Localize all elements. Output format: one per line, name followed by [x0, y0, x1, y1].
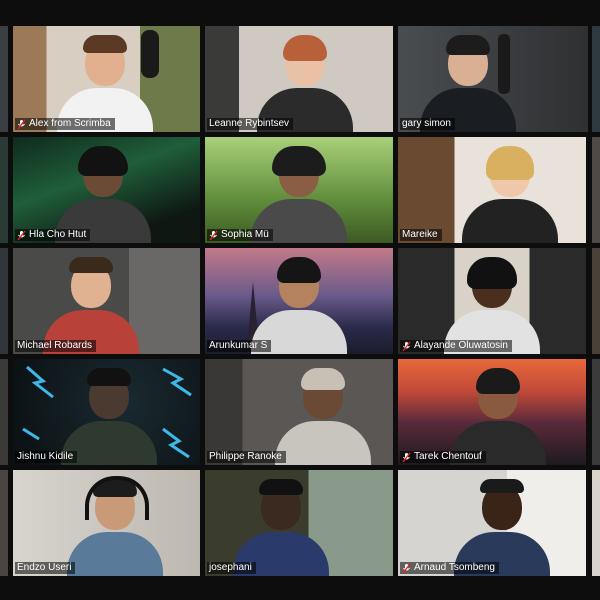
participant-name: Alex from Scrimba [29, 118, 111, 129]
video-tile[interactable]: Leanne Rybintsev [205, 26, 393, 132]
muted-mic-icon [209, 230, 218, 240]
muted-mic-icon [17, 230, 26, 240]
participant-name: josephani [209, 562, 252, 573]
participant-name: Mareike [402, 229, 438, 240]
video-tile[interactable]: Philippe Ranoke [205, 359, 393, 465]
muted-mic-icon [17, 119, 26, 129]
participant-name: Philippe Ranoke [209, 451, 282, 462]
muted-mic-icon [402, 563, 411, 573]
participant-name-label: Arunkumar S [207, 340, 272, 352]
participant-video [275, 365, 371, 465]
participant-name-label: Leanne Rybintsev [207, 118, 294, 130]
participant-name-label: Philippe Ranoke [207, 451, 286, 463]
participant-name-label: Michael Robards [15, 340, 97, 352]
video-tile[interactable]: Endzo Useri [13, 470, 200, 576]
video-tile-partial-left-4[interactable] [0, 359, 8, 465]
video-tile-partial-right-2[interactable] [592, 137, 600, 243]
participant-name: Jishnu Kidile [17, 451, 74, 462]
participant-name-label: Alayande Oluwatosin [400, 340, 512, 352]
participant-name: Leanne Rybintsev [209, 118, 290, 129]
video-tile[interactable]: Michael Robards [13, 248, 200, 354]
video-tile[interactable]: Sophia Mü [205, 137, 393, 243]
participant-name: Sophia Mü [221, 229, 269, 240]
participant-video [257, 32, 353, 132]
video-tile-partial-left-5[interactable] [0, 470, 8, 576]
participant-video [450, 365, 546, 465]
participant-video [233, 476, 329, 576]
participant-name: Arunkumar S [209, 340, 268, 351]
video-tile-partial-right-4[interactable] [592, 359, 600, 465]
participant-video [43, 254, 139, 354]
participant-name: Tarek Chentouf [414, 451, 482, 462]
video-tile[interactable]: Jishnu Kidile [13, 359, 200, 465]
participant-video [251, 143, 347, 243]
participant-name: Michael Robards [17, 340, 93, 351]
participant-name-label: Tarek Chentouf [400, 451, 486, 463]
video-tile[interactable]: Alayande Oluwatosin [398, 248, 586, 354]
participant-video [454, 476, 550, 576]
participant-video [57, 32, 153, 132]
participant-name: Alayande Oluwatosin [414, 340, 508, 351]
participant-name-label: Endzo Useri [15, 562, 76, 574]
video-tile-partial-right-3[interactable] [592, 248, 600, 354]
video-tile-partial-right-5[interactable] [592, 470, 600, 576]
participant-video [61, 365, 157, 465]
participant-name: gary simon [402, 118, 451, 129]
video-tile[interactable]: Mareike [398, 137, 586, 243]
video-tile-partial-left-1[interactable] [0, 26, 8, 132]
participant-video [251, 254, 347, 354]
participant-name: Hla Cho Htut [29, 229, 87, 240]
muted-mic-icon [402, 341, 411, 351]
participant-name-label: gary simon [400, 118, 455, 130]
participant-video [462, 143, 558, 243]
participant-name-label: josephani [207, 562, 256, 574]
video-tile-partial-left-2[interactable] [0, 137, 8, 243]
participant-video [55, 143, 151, 243]
video-tile[interactable]: Hla Cho Htut [13, 137, 200, 243]
video-tile[interactable]: Arunkumar S [205, 248, 393, 354]
muted-mic-icon [402, 452, 411, 462]
participant-video [420, 32, 516, 132]
participant-name-label: Mareike [400, 229, 442, 241]
video-tile[interactable]: josephani [205, 470, 393, 576]
participant-name-label: Alex from Scrimba [15, 118, 115, 130]
participant-name: Arnaud Tsombeng [414, 562, 495, 573]
video-tile[interactable]: Tarek Chentouf [398, 359, 586, 465]
video-tile[interactable]: Alex from Scrimba [13, 26, 200, 132]
participant-name-label: Hla Cho Htut [15, 229, 91, 241]
participant-name-label: Arnaud Tsombeng [400, 562, 499, 574]
video-tile-active-speaker[interactable]: gary simon [398, 26, 588, 132]
participant-name-label: Jishnu Kidile [15, 451, 78, 463]
participant-name-label: Sophia Mü [207, 229, 273, 241]
participant-name: Endzo Useri [17, 562, 72, 573]
video-tile-partial-left-3[interactable] [0, 248, 8, 354]
participant-video [444, 254, 540, 354]
video-tile-partial-right-1[interactable] [592, 26, 600, 132]
video-tile[interactable]: Arnaud Tsombeng [398, 470, 586, 576]
